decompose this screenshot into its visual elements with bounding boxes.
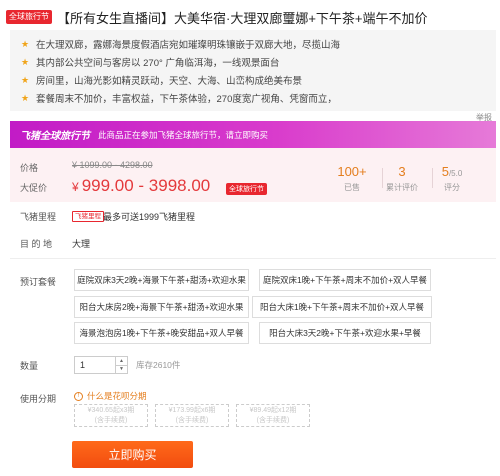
package-option[interactable]: 庭院双床3天2晚+海景下午茶+甜汤+欢迎水果 bbox=[74, 269, 249, 291]
package-option[interactable]: 阳台大床房2晚+海景下午茶+甜汤+欢迎水果 bbox=[74, 296, 249, 318]
quantity-stepper[interactable]: 1 ▲ ▼ bbox=[74, 356, 128, 374]
rating-stat: 5/5.0 评分 bbox=[422, 164, 482, 193]
highlight-item: ★ 套餐周末不加价，丰富权益，下午茶体验，270度宽广视角、凭窗而立， bbox=[20, 92, 337, 106]
installment-option[interactable]: ¥89.49起x12期 (含手续费) bbox=[236, 404, 310, 427]
promo-tag: 全球旅行节 bbox=[226, 183, 267, 195]
section-divider bbox=[10, 258, 496, 259]
installment-label: 使用分期 bbox=[20, 394, 57, 404]
stat-label: 评分 bbox=[444, 183, 460, 192]
decrement-arrow-icon[interactable]: ▼ bbox=[116, 364, 127, 374]
star-icon: ★ bbox=[20, 56, 30, 67]
original-price: ¥ 1099.00 - 4298.00 bbox=[72, 160, 153, 170]
festival-badge: 全球旅行节 bbox=[6, 10, 52, 24]
info-icon: ! bbox=[74, 391, 83, 401]
installment-option[interactable]: ¥340.65起x3期 (含手续费) bbox=[74, 404, 148, 427]
destination-value: 大理 bbox=[72, 239, 91, 249]
promo-price: ¥999.00 - 3998.00 bbox=[72, 176, 211, 195]
package-option[interactable]: 海景泡泡房1晚+下午茶+晚安甜品+双人早餐 bbox=[74, 322, 249, 344]
banner-title: 飞猪全球旅行节 bbox=[20, 131, 90, 142]
package-option[interactable]: 阳台大床3天2晚+下午茶+欢迎水果+早餐 bbox=[259, 322, 431, 344]
promo-price-label: 大促价 bbox=[20, 183, 48, 193]
destination-label: 目 的 地 bbox=[20, 239, 53, 249]
highlight-item: ★ 在大理双廊，露娜海景度假酒店宛如璀璨明珠镶嵌于双廊大地，尽揽山海 bbox=[20, 38, 341, 52]
price-panel: 价格 ¥ 1099.00 - 4298.00 大促价 ¥999.00 - 399… bbox=[10, 148, 496, 202]
quantity-label: 数量 bbox=[20, 361, 39, 371]
increment-arrow-icon[interactable]: ▲ bbox=[116, 357, 127, 365]
installment-option[interactable]: ¥173.99起x6期 (含手续费) bbox=[155, 404, 229, 427]
mileage-label: 飞猪里程 bbox=[20, 212, 57, 222]
package-option[interactable]: 阳台大床1晚+下午茶+周末不加价+双人早餐 bbox=[252, 296, 432, 318]
highlights-panel: ★ 在大理双廊，露娜海景度假酒店宛如璀璨明珠镶嵌于双廊大地，尽揽山海 ★ 其内部公共… bbox=[10, 30, 496, 111]
buy-now-button[interactable]: 立即购买 bbox=[72, 441, 193, 468]
highlight-item: ★ 其内部公共空间与客房以 270° 广角临洱海，一线观景面台 bbox=[20, 56, 280, 70]
package-label: 预订套餐 bbox=[20, 277, 57, 287]
mileage-tag: 飞猪里程 bbox=[72, 211, 104, 222]
product-title: 【所有女生直播间】大美华宿·大理双廊璽娜+下午茶+端午不加价 bbox=[57, 10, 428, 26]
stock-count: 库存2610件 bbox=[136, 360, 181, 370]
star-icon: ★ bbox=[20, 38, 30, 49]
mileage-text: 最多可送1999飞猪里程 bbox=[103, 212, 196, 222]
highlight-item: ★ 房间里，山海光影如精灵跃动，天空、大海、山峦构成绝美布景 bbox=[20, 74, 303, 88]
promo-banner[interactable]: 飞猪全球旅行节 此商品正在参加飞猪全球旅行节，请立即购买 bbox=[10, 121, 496, 148]
original-price-label: 价格 bbox=[20, 163, 39, 173]
banner-text: 此商品正在参加飞猪全球旅行节，请立即购买 bbox=[98, 129, 269, 140]
product-title-row: 全球旅行节 【所有女生直播间】大美华宿·大理双廊璽娜+下午茶+端午不加价 bbox=[6, 6, 496, 28]
quantity-input[interactable]: 1 bbox=[75, 357, 115, 373]
stat-value: 5/5.0 bbox=[441, 164, 463, 179]
star-icon: ★ bbox=[20, 74, 30, 85]
star-icon: ★ bbox=[20, 92, 30, 103]
package-option[interactable]: 庭院双床1晚+下午茶+周末不加价+双人早餐 bbox=[259, 269, 431, 291]
installment-help-link[interactable]: ! 什么是花呗分期 bbox=[74, 390, 147, 402]
